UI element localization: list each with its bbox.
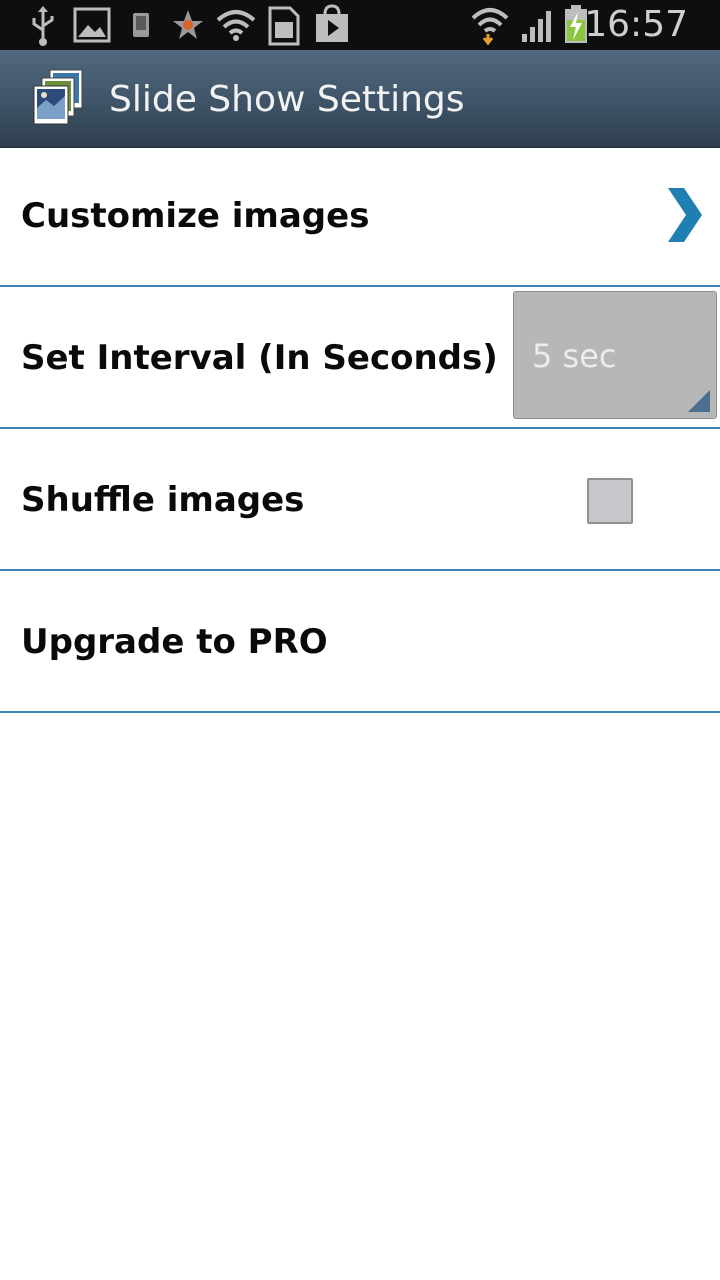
shuffle-checkbox[interactable] — [587, 478, 633, 524]
interval-spinner[interactable]: 5 sec — [513, 291, 717, 419]
interval-value: 5 sec — [532, 337, 617, 375]
gallery-icon — [72, 0, 112, 50]
phone-icon — [128, 0, 154, 50]
customize-images-row[interactable]: Customize images — [0, 146, 720, 287]
spinner-corner-icon — [688, 390, 710, 412]
usb-icon — [28, 0, 58, 50]
status-bar: 16:57 — [0, 0, 720, 50]
upgrade-pro-label: Upgrade to PRO — [21, 622, 328, 662]
cell-signal-icon — [520, 0, 556, 50]
status-time: 16:57 — [584, 4, 688, 45]
action-bar: Slide Show Settings — [0, 50, 720, 146]
customize-images-label: Customize images — [21, 196, 370, 236]
wifi-signal-icon — [470, 0, 510, 50]
slideshow-app-icon[interactable] — [32, 68, 86, 126]
wifi-notification-icon — [214, 0, 258, 50]
set-interval-label: Set Interval (In Seconds) — [21, 338, 498, 378]
shuffle-images-label: Shuffle images — [21, 480, 305, 520]
star-icon — [170, 0, 206, 50]
sd-card-icon — [266, 0, 302, 50]
play-store-icon — [312, 0, 352, 50]
upgrade-pro-row[interactable]: Upgrade to PRO — [0, 572, 720, 713]
shuffle-images-row[interactable]: Shuffle images — [0, 430, 720, 571]
set-interval-row: Set Interval (In Seconds) 5 sec — [0, 288, 720, 429]
chevron-right-icon[interactable] — [664, 184, 704, 246]
page-title: Slide Show Settings — [109, 79, 465, 120]
